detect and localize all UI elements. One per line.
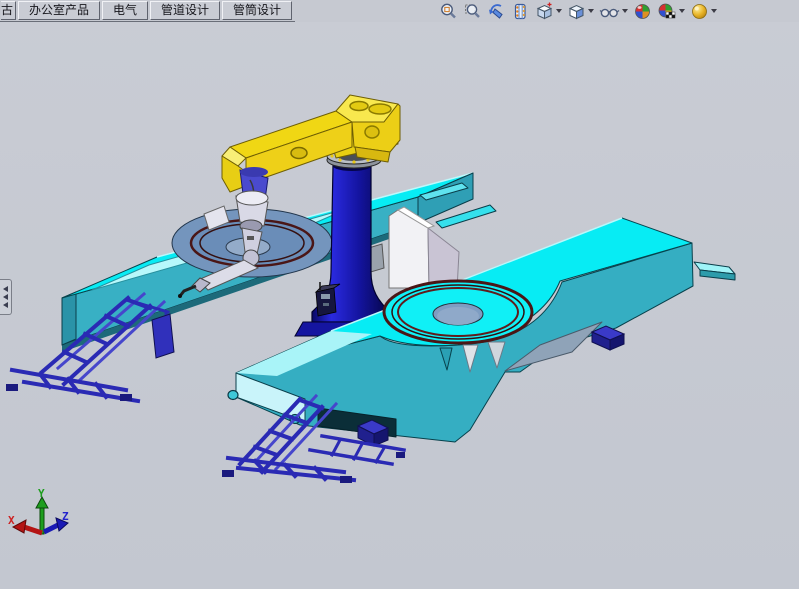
zoom-to-area-icon[interactable] bbox=[462, 1, 483, 22]
view-toolbar bbox=[438, 1, 718, 21]
right-beam-rotary-ring[interactable] bbox=[384, 281, 532, 343]
zoom-to-fit-icon[interactable] bbox=[438, 1, 459, 22]
collapse-arrow-icon bbox=[3, 286, 8, 292]
tab-electrical[interactable]: 电气 bbox=[102, 1, 148, 20]
axis-z-label: Z bbox=[62, 510, 69, 523]
hide-show-items-icon[interactable] bbox=[598, 1, 629, 22]
dropdown-caret[interactable] bbox=[679, 9, 685, 13]
view-orientation-icon[interactable] bbox=[534, 1, 563, 22]
tab-tubing-design[interactable]: 管筒设计 bbox=[222, 1, 292, 20]
section-view-icon[interactable] bbox=[510, 1, 531, 22]
collapse-arrow-icon bbox=[3, 302, 8, 308]
top-toolbar: 古 办公室产品 电气 管道设计 管筒设计 bbox=[0, 0, 799, 22]
library-tab-strip: 古 办公室产品 电气 管道设计 管筒设计 bbox=[0, 0, 295, 22]
edit-appearance-icon[interactable] bbox=[632, 1, 653, 22]
rotate-view-icon[interactable] bbox=[486, 1, 507, 22]
display-style-icon[interactable] bbox=[566, 1, 595, 22]
collapse-arrow-icon bbox=[3, 294, 8, 300]
tab-office-products[interactable]: 办公室产品 bbox=[18, 1, 100, 20]
axis-y-label: Y bbox=[38, 487, 45, 500]
dropdown-caret[interactable] bbox=[711, 9, 717, 13]
tab-partial[interactable]: 古 bbox=[1, 1, 16, 20]
left-beam-bracket[interactable] bbox=[152, 314, 174, 358]
dropdown-caret[interactable] bbox=[588, 9, 594, 13]
view-settings-icon[interactable] bbox=[689, 1, 718, 22]
axis-x-label: X bbox=[8, 514, 15, 527]
solidworks-window: { "toolbar": { "tabs": [ {"label":"古","p… bbox=[0, 0, 799, 589]
apply-scene-icon[interactable] bbox=[656, 1, 686, 22]
dropdown-caret[interactable] bbox=[556, 9, 562, 13]
tab-piping-design[interactable]: 管道设计 bbox=[150, 1, 220, 20]
graphics-viewport[interactable]: X Y Z bbox=[0, 0, 799, 589]
dropdown-caret[interactable] bbox=[622, 9, 628, 13]
panel-collapse-handle[interactable] bbox=[0, 279, 12, 315]
